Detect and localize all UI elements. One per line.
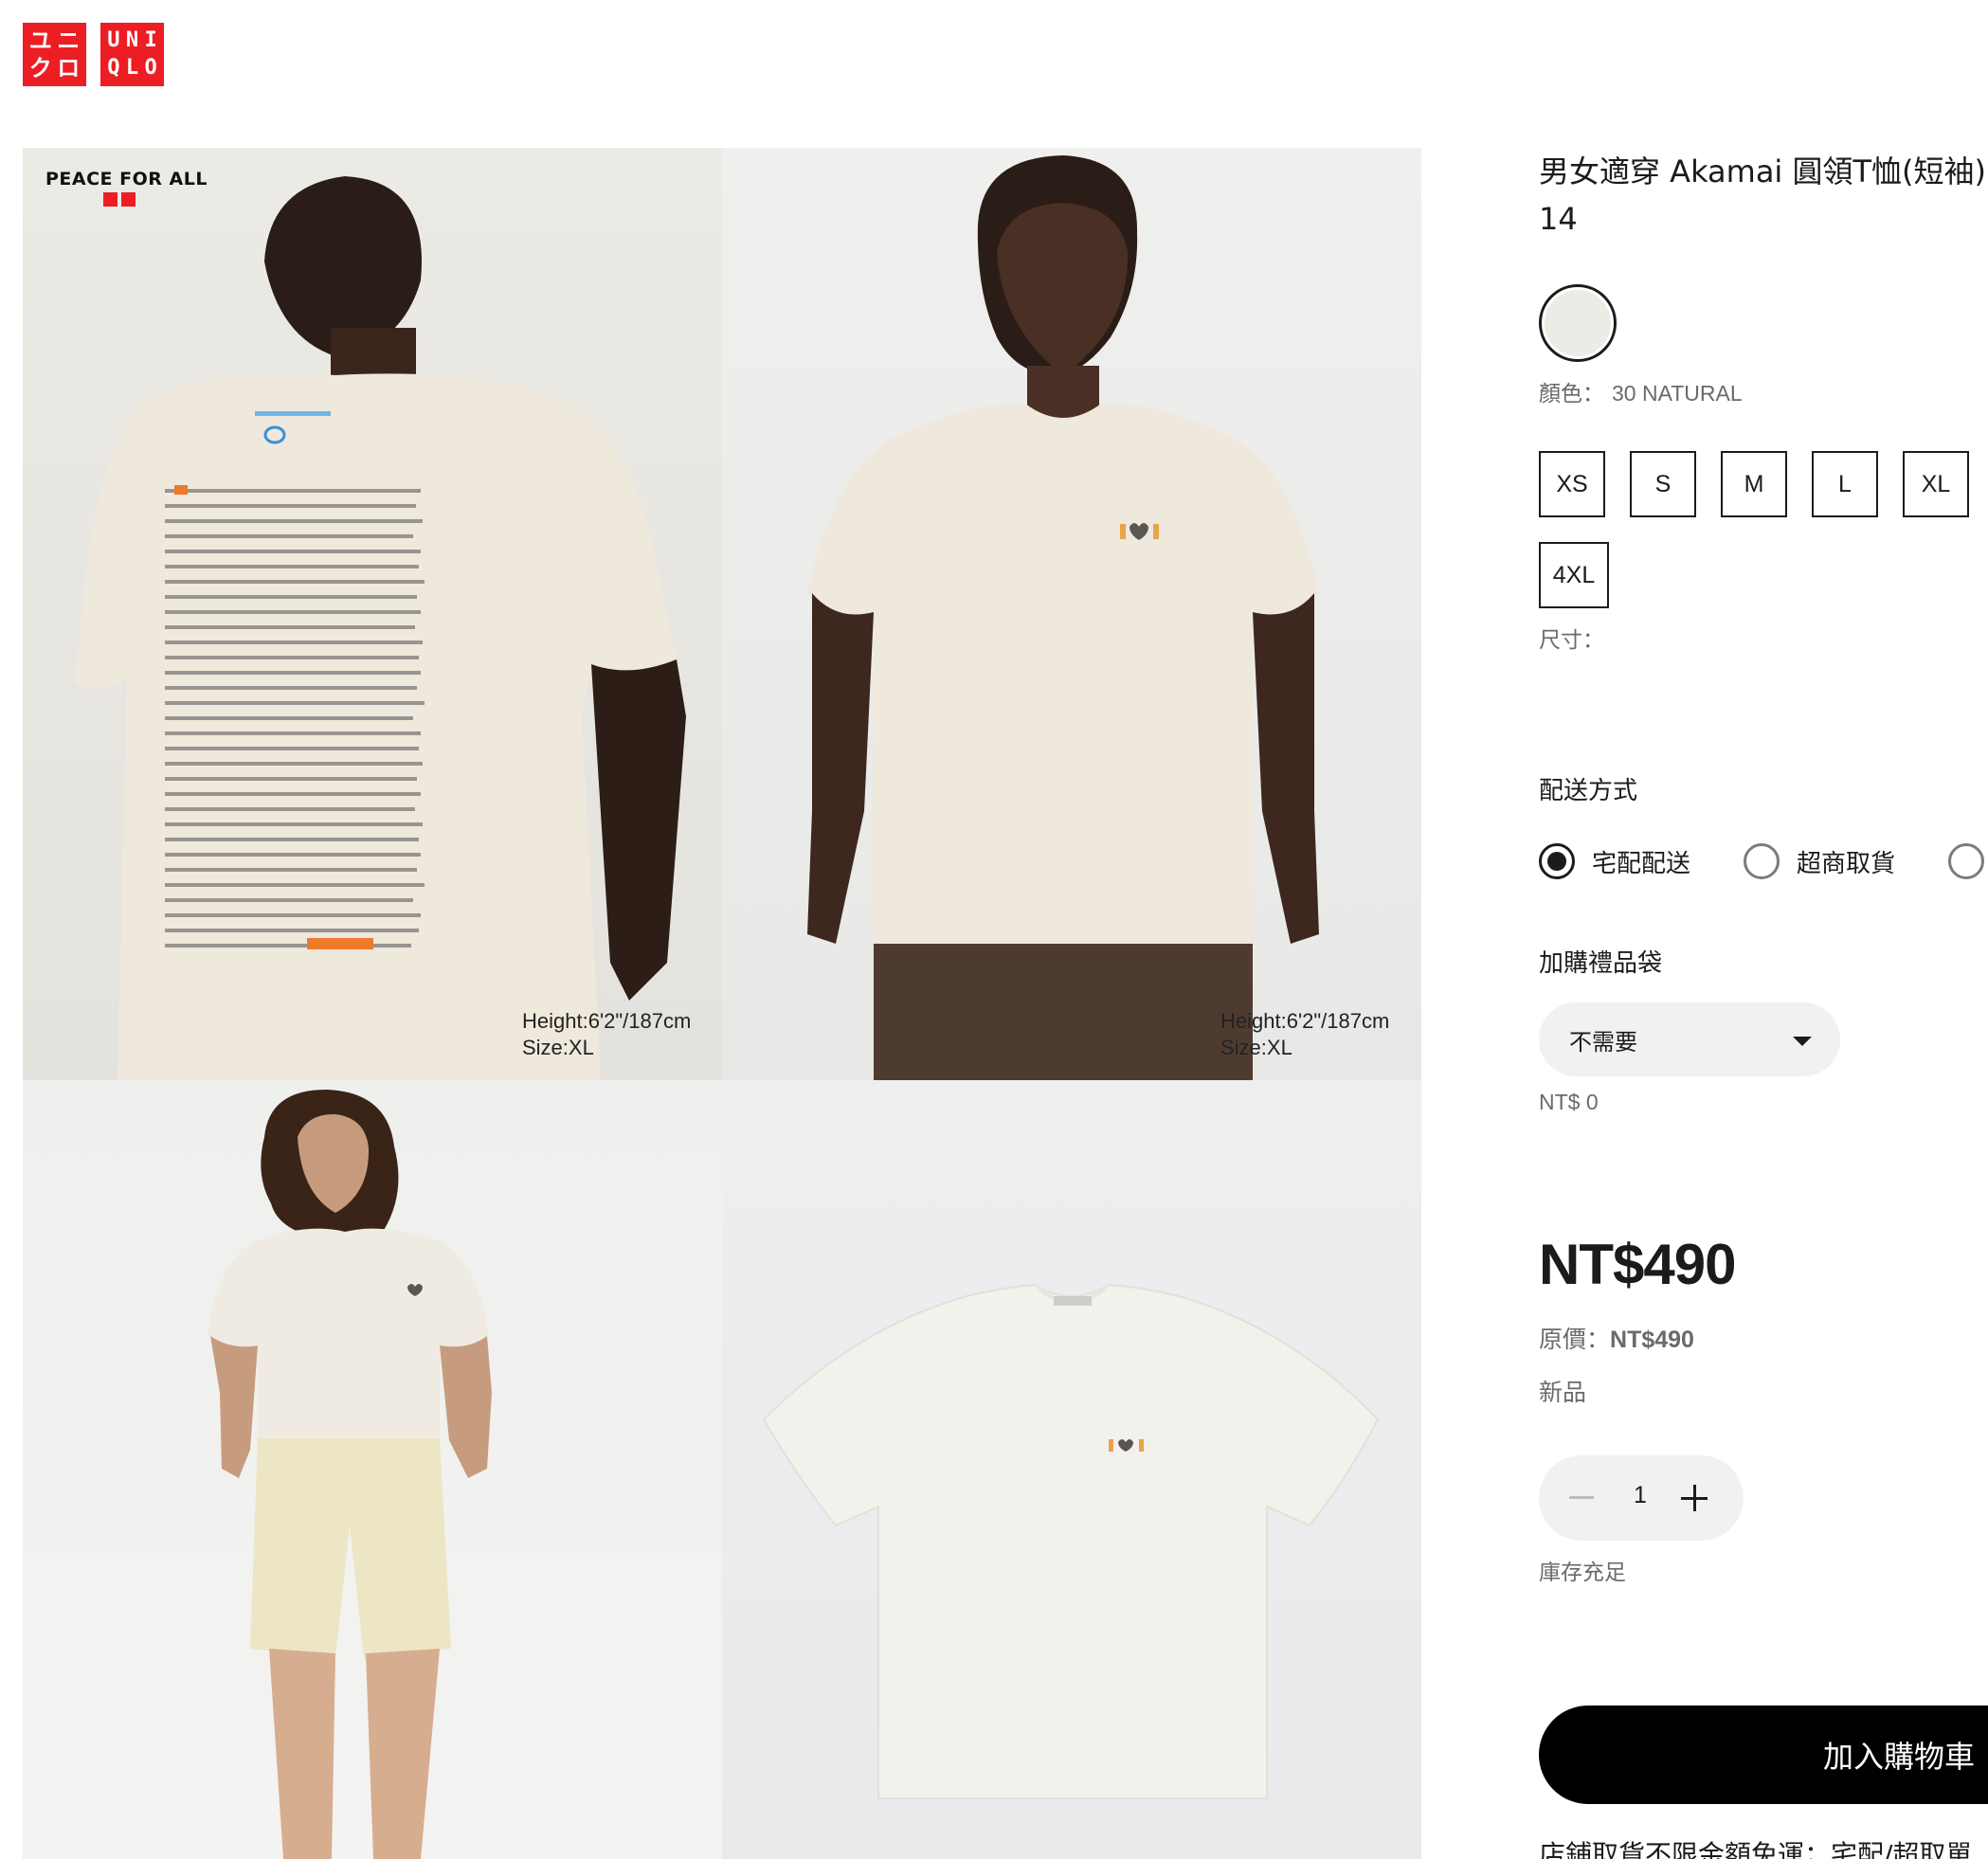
model-back-illustration bbox=[75, 176, 686, 1080]
original-price-value: NT$490 bbox=[1610, 1327, 1694, 1353]
quantity-value: 1 bbox=[1634, 1482, 1647, 1508]
model-size: Size:XL bbox=[1220, 1036, 1292, 1059]
add-to-cart-button[interactable]: 加入購物車 bbox=[1539, 1706, 1988, 1804]
logo-latin: U N I Q L O bbox=[100, 23, 164, 86]
size-button-s[interactable]: S bbox=[1630, 451, 1696, 517]
product-image-female-model[interactable] bbox=[23, 1080, 722, 1859]
logo-char: ロ bbox=[57, 55, 81, 82]
color-label: 顏色： bbox=[1539, 382, 1604, 406]
swatch-fill bbox=[1545, 290, 1611, 356]
peace-for-all-text: PEACE FOR ALL bbox=[45, 169, 208, 190]
logo-char: ユ bbox=[28, 27, 52, 54]
tshirt-flat-illustration bbox=[762, 1283, 1380, 1799]
radio-empty-icon bbox=[1744, 843, 1780, 879]
delivery-option-label: 超商取貨 bbox=[1797, 849, 1896, 878]
giftbag-select[interactable]: 不需要 bbox=[1539, 1002, 1840, 1076]
size-button-xs[interactable]: XS bbox=[1539, 451, 1605, 517]
product-title: 男女適穿 Akamai 圓領T恤(短袖) 14 bbox=[1539, 148, 1986, 243]
peace-for-all-badge: PEACE FOR ALL bbox=[45, 169, 208, 207]
plus-icon[interactable] bbox=[1681, 1485, 1708, 1511]
delivery-option-label: 宅配配送 bbox=[1592, 849, 1691, 878]
radio-selected-icon bbox=[1539, 843, 1575, 879]
product-image-front[interactable]: Height:6'2"/187cm Size:XL bbox=[722, 148, 1421, 1080]
size-button-m[interactable]: M bbox=[1721, 451, 1787, 517]
model-front-illustration bbox=[807, 155, 1319, 1080]
giftbag-heading: 加購禮品袋 bbox=[1539, 949, 1663, 978]
model-info: Height:6'2"/187cm Size:XL bbox=[1220, 1008, 1389, 1061]
delivery-option-more[interactable] bbox=[1948, 843, 1984, 879]
size-label: 尺寸： bbox=[1539, 628, 1604, 653]
product-gallery: PEACE FOR ALL Height:6'2"/187cm Size:XL … bbox=[23, 148, 1421, 1859]
radio-empty-icon bbox=[1948, 843, 1984, 879]
logo-char: N bbox=[125, 27, 139, 52]
logo-char: ク bbox=[28, 55, 52, 82]
minus-icon[interactable] bbox=[1569, 1496, 1594, 1499]
logo-char: L bbox=[125, 56, 139, 81]
delivery-option-store[interactable]: 超商取貨 bbox=[1744, 843, 1895, 879]
product-title-line2: 14 bbox=[1539, 201, 1578, 237]
logo-katakana: ユ ニ ク ロ bbox=[23, 23, 86, 86]
mini-logo-icon bbox=[32, 192, 208, 207]
chevron-down-icon bbox=[1793, 1037, 1812, 1046]
uniqlo-logo[interactable]: ユ ニ ク ロ U N I Q L O bbox=[23, 23, 164, 86]
size-button-xl[interactable]: XL bbox=[1903, 451, 1969, 517]
logo-char: O bbox=[144, 56, 157, 81]
quantity-stepper: 1 bbox=[1539, 1455, 1744, 1541]
model-info: Height:6'2"/187cm Size:XL bbox=[522, 1008, 691, 1061]
original-price-row: 原價：NT$490 bbox=[1539, 1321, 1694, 1355]
logo-char: Q bbox=[107, 56, 120, 81]
model-height: Height:6'2"/187cm bbox=[522, 1009, 692, 1033]
stock-status: 庫存充足 bbox=[1539, 1561, 1626, 1585]
new-badge: 新品 bbox=[1539, 1379, 1587, 1406]
original-price-label: 原價： bbox=[1539, 1326, 1611, 1353]
logo-char: U bbox=[107, 27, 120, 52]
shipping-note: 店鋪取貨不限金額免運；宅配/超取單 bbox=[1539, 1839, 1973, 1859]
product-image-flat[interactable] bbox=[722, 1080, 1421, 1859]
product-price: NT$490 bbox=[1539, 1233, 1736, 1296]
color-swatch-natural[interactable] bbox=[1539, 284, 1617, 362]
color-value: 30 NATURAL bbox=[1612, 381, 1743, 406]
product-title-line1: 男女適穿 Akamai 圓領T恤(短袖) bbox=[1539, 153, 1987, 190]
product-image-back[interactable]: PEACE FOR ALL Height:6'2"/187cm Size:XL bbox=[23, 148, 722, 1080]
logo-char: ニ bbox=[57, 27, 81, 54]
giftbag-price: NT$ 0 bbox=[1539, 1090, 1599, 1114]
delivery-heading: 配送方式 bbox=[1539, 777, 1638, 805]
size-button-4xl[interactable]: 4XL bbox=[1539, 542, 1609, 608]
model-size: Size:XL bbox=[522, 1036, 594, 1059]
size-button-l[interactable]: L bbox=[1812, 451, 1878, 517]
model-female-illustration bbox=[208, 1090, 492, 1859]
model-height: Height:6'2"/187cm bbox=[1220, 1009, 1390, 1033]
giftbag-selected-value: 不需要 bbox=[1569, 1028, 1637, 1056]
product-detail-panel: 男女適穿 Akamai 圓領T恤(短袖) 14 顏色： 30 NATURAL XS… bbox=[1539, 142, 1988, 1859]
color-selection: 顏色： 30 NATURAL bbox=[1539, 375, 1743, 407]
delivery-option-home[interactable]: 宅配配送 bbox=[1539, 843, 1690, 879]
logo-char: I bbox=[144, 27, 157, 52]
